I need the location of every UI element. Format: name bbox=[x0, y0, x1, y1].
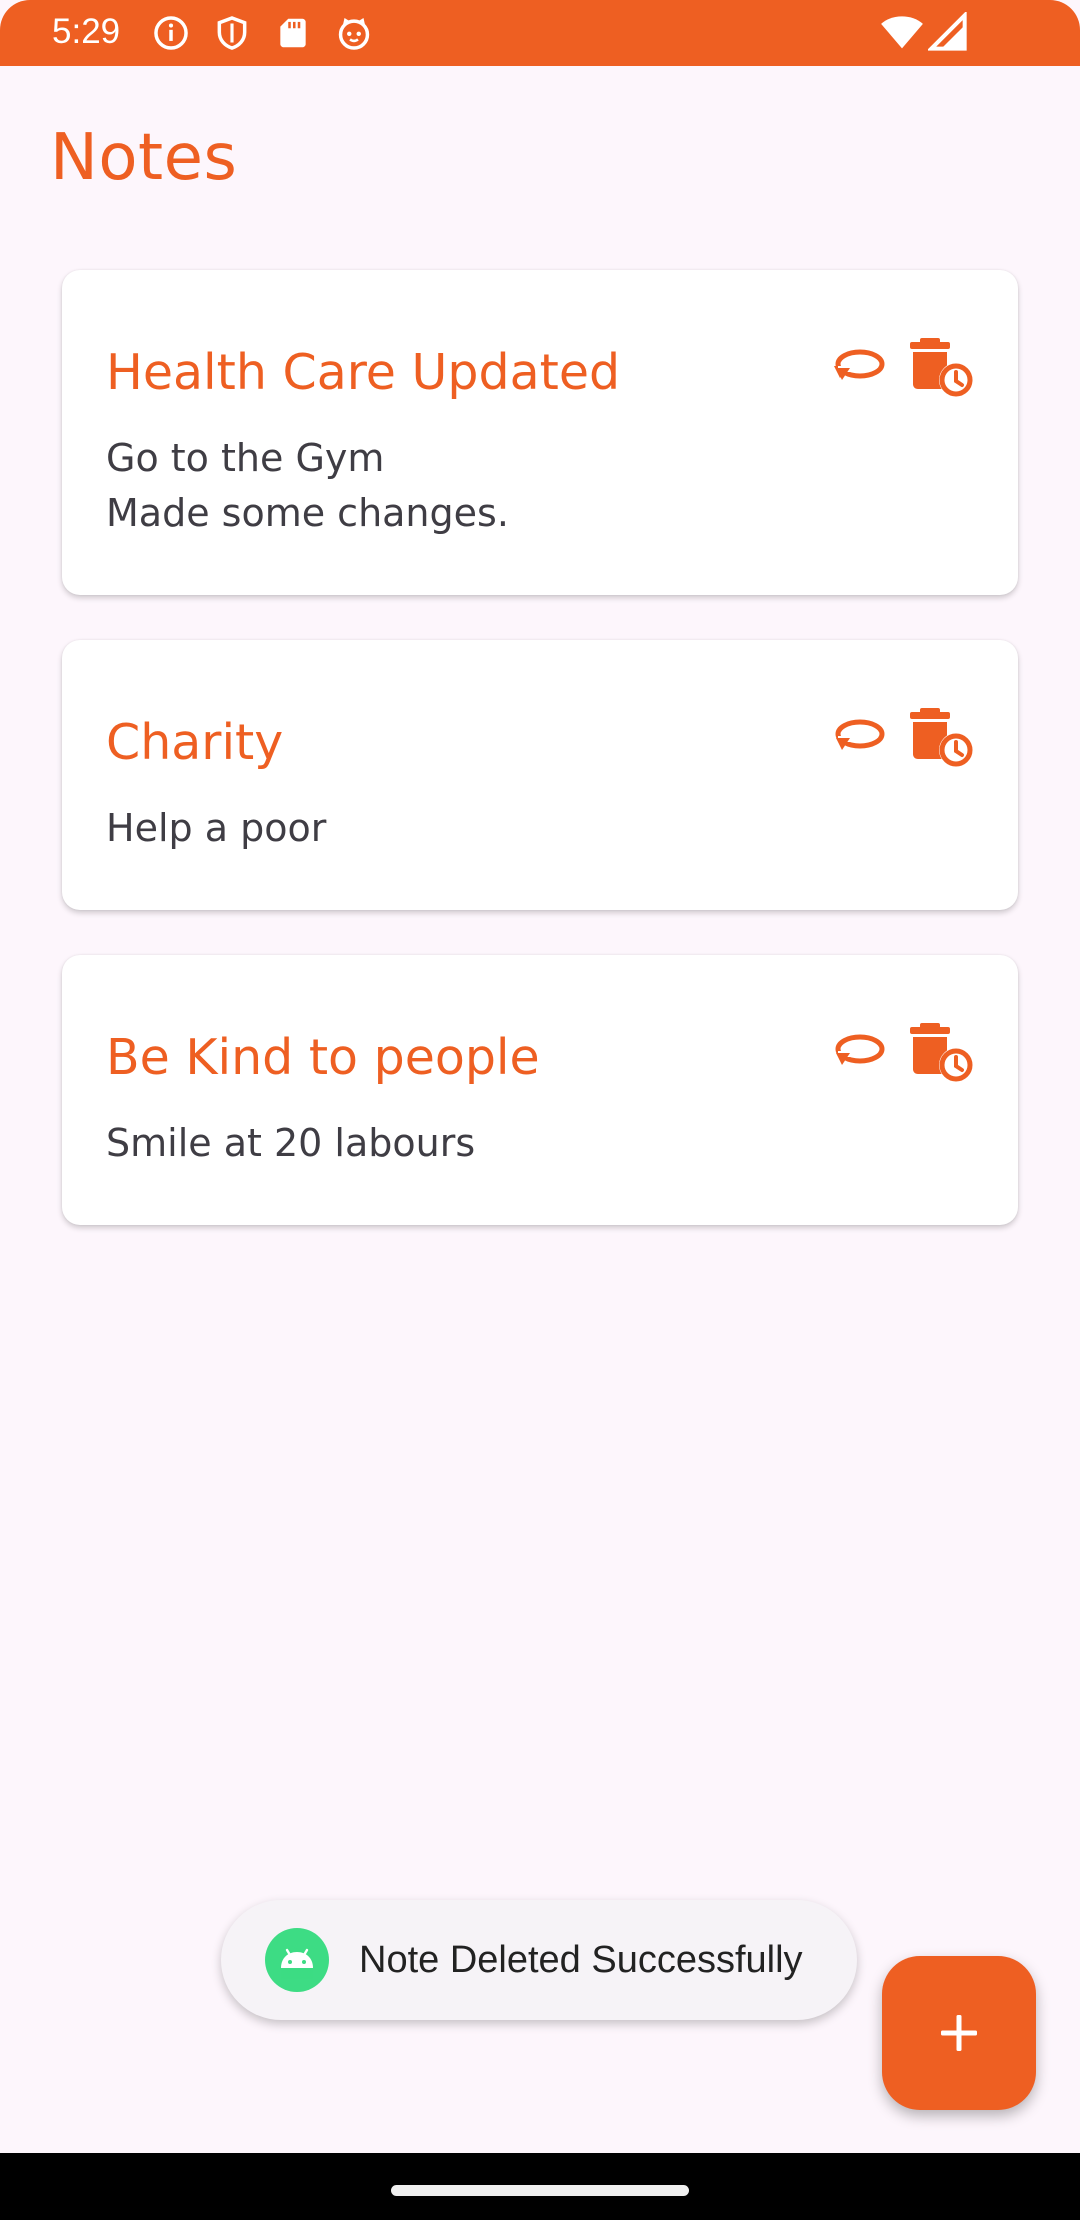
status-time: 5:29 bbox=[52, 12, 121, 51]
system-nav-bar bbox=[0, 2153, 1080, 2220]
cat-face-icon bbox=[335, 14, 373, 52]
note-body: Smile at 20 labours bbox=[106, 1121, 476, 1165]
note-card[interactable]: Health Care Updated Go to the Gym Made s… bbox=[62, 270, 1018, 595]
note-card[interactable]: Charity Help a poor bbox=[62, 640, 1018, 910]
wifi-icon bbox=[880, 12, 924, 52]
note-body: Go to the Gym Made some changes. bbox=[106, 436, 509, 535]
note-body: Help a poor bbox=[106, 806, 327, 850]
add-note-button[interactable] bbox=[882, 1956, 1036, 2110]
signal-icon bbox=[928, 12, 968, 52]
edit-icon[interactable] bbox=[826, 1021, 890, 1085]
note-title: Charity bbox=[106, 714, 284, 771]
toast: Note Deleted Successfully bbox=[221, 1900, 857, 2020]
note-card[interactable]: Be Kind to people Smile at 20 labours bbox=[62, 955, 1018, 1225]
delete-schedule-icon[interactable] bbox=[906, 1015, 978, 1087]
page-title: Notes bbox=[50, 121, 238, 195]
info-icon bbox=[152, 14, 190, 52]
shield-icon bbox=[213, 14, 251, 52]
plus-icon bbox=[941, 2015, 977, 2051]
delete-schedule-icon[interactable] bbox=[906, 700, 978, 772]
note-title: Health Care Updated bbox=[106, 344, 621, 401]
status-bar: 5:29 bbox=[0, 0, 1080, 66]
home-gesture-handle[interactable] bbox=[391, 2185, 689, 2196]
note-title: Be Kind to people bbox=[106, 1029, 540, 1086]
notes-screen: 5:29 Notes Health Care Updated Go to the… bbox=[0, 0, 1080, 2220]
android-icon bbox=[265, 1928, 329, 1992]
delete-schedule-icon[interactable] bbox=[906, 330, 978, 402]
sd-card-icon bbox=[274, 14, 312, 52]
edit-icon[interactable] bbox=[826, 706, 890, 770]
toast-message: Note Deleted Successfully bbox=[359, 1939, 803, 1981]
edit-icon[interactable] bbox=[826, 336, 890, 400]
